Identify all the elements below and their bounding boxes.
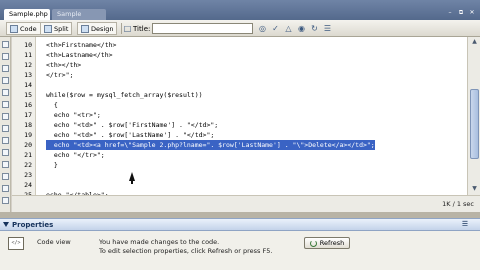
preview-icon[interactable]: ◉ — [297, 24, 306, 33]
apply-comment-icon[interactable] — [2, 149, 9, 156]
split-view-icon — [44, 24, 52, 33]
remove-comment-icon[interactable] — [2, 161, 9, 168]
code-editor[interactable]: <th>Firstname</th> <th>Lastname</th> <th… — [36, 37, 467, 199]
title-label: Title: — [133, 25, 151, 33]
code-line[interactable]: echo "</tr>"; — [46, 150, 105, 160]
check-page-icon[interactable]: ✓ — [271, 24, 280, 33]
design-view-button[interactable]: Design — [77, 22, 118, 35]
indent-code-icon[interactable] — [2, 197, 9, 204]
code-line[interactable]: echo "<td>" . $row['LastName'] . "</td>"… — [46, 130, 214, 140]
line-number: 19 — [24, 131, 32, 139]
changes-message: You have made changes to the code. — [99, 238, 220, 246]
scroll-down-icon[interactable]: ▼ — [470, 185, 479, 193]
code-line[interactable]: } — [46, 160, 58, 170]
document-size-status: 1K / 1 sec — [442, 200, 474, 208]
toolbar-divider — [121, 23, 122, 34]
globe-icon[interactable]: ◎ — [258, 24, 267, 33]
line-number: 11 — [24, 51, 32, 59]
window-controls: – ⧉ ✕ — [446, 9, 476, 17]
code-line[interactable]: while($row = mysql_fetch_array($result)) — [46, 90, 203, 100]
properties-title: Properties — [12, 221, 54, 229]
code-line[interactable]: { — [46, 100, 58, 110]
properties-panel-body: </> Code view You have made changes to t… — [0, 231, 480, 270]
line-number: 12 — [24, 61, 32, 69]
line-number: 16 — [24, 101, 32, 109]
code-line-selected[interactable]: echo "<td><a href=\"Sample 2.php?lname="… — [46, 140, 375, 150]
refresh-view-icon[interactable]: ↻ — [310, 24, 319, 33]
code-line[interactable]: </tr>"; — [46, 70, 73, 80]
refresh-button-label: Refresh — [319, 239, 345, 247]
line-number: 10 — [24, 41, 32, 49]
scrollbar-thumb[interactable] — [470, 89, 479, 159]
code-view-button[interactable]: Code — [6, 22, 41, 35]
document-tab-bar: Sample.php Sample 2.php – ⧉ ✕ — [0, 0, 480, 29]
document-toolbar: Code Split Design □ Title: ◎ ✓ △ ◉ ↻ ☰ — [0, 20, 480, 37]
word-wrap-icon[interactable] — [2, 137, 9, 144]
scroll-up-icon[interactable]: ▲ — [470, 38, 479, 46]
highlight-invalid-code-icon[interactable] — [2, 125, 9, 132]
minimize-icon[interactable]: – — [446, 9, 454, 17]
line-number: 17 — [24, 111, 32, 119]
line-number: 20 — [24, 141, 32, 149]
select-parent-tag-icon[interactable] — [2, 89, 9, 96]
line-number: 24 — [24, 181, 32, 189]
line-numbers-icon[interactable] — [2, 113, 9, 120]
restore-icon[interactable]: ⧉ — [457, 9, 465, 17]
collapse-arrow-icon[interactable] — [3, 222, 9, 227]
collapse-tag-icon[interactable] — [2, 53, 9, 60]
validate-icon[interactable]: △ — [284, 24, 293, 33]
properties-panel-header[interactable]: Properties ☰ — [0, 218, 480, 231]
status-bar: 1K / 1 sec — [12, 195, 480, 212]
expand-all-icon[interactable] — [2, 77, 9, 84]
mouse-pointer-stem — [131, 180, 133, 184]
code-view-panel-icon: </> — [8, 237, 24, 250]
code-line[interactable]: <th></th> — [46, 60, 81, 70]
balance-braces-icon[interactable] — [2, 101, 9, 108]
refresh-button[interactable]: Refresh — [304, 237, 350, 249]
refresh-icon — [309, 239, 317, 247]
tab-sample-2-php[interactable]: Sample 2.php — [52, 9, 106, 29]
line-number: 22 — [24, 161, 32, 169]
line-number: 21 — [24, 151, 32, 159]
panel-options-icon[interactable]: ☰ — [461, 220, 469, 228]
view-options-icon[interactable]: ☰ — [323, 24, 332, 33]
vertical-scrollbar[interactable]: ▲ ▼ — [467, 37, 480, 195]
code-line[interactable]: <th>Firstname</th> — [46, 40, 116, 50]
code-line[interactable]: echo "<tr>"; — [46, 110, 101, 120]
open-documents-icon[interactable] — [2, 41, 9, 48]
recent-snippets-icon[interactable] — [2, 185, 9, 192]
code-view-button-label: Code — [20, 24, 37, 33]
line-number: 13 — [24, 71, 32, 79]
line-number: 18 — [24, 121, 32, 129]
title-input[interactable] — [152, 23, 253, 34]
split-view-button[interactable]: Split — [40, 22, 73, 35]
close-icon[interactable]: ✕ — [468, 9, 476, 17]
line-number: 15 — [24, 91, 32, 99]
code-line[interactable]: echo "<td>" . $row['FirstName'] . "</td>… — [46, 120, 218, 130]
code-line[interactable]: <th>Lastname</th> — [46, 50, 113, 60]
code-view-icon — [10, 24, 18, 33]
design-view-icon — [81, 24, 89, 33]
line-number-gutter: 10 11 12 13 14 15 16 17 18 19 20 21 22 2… — [12, 37, 36, 199]
code-view-label: Code view — [37, 238, 71, 246]
line-number: 23 — [24, 171, 32, 179]
design-view-button-label: Design — [91, 24, 114, 33]
wrap-tag-icon[interactable] — [2, 173, 9, 180]
coding-toolbar — [0, 37, 11, 212]
tab-sample-php[interactable]: Sample.php — [4, 9, 50, 20]
refresh-instructions: To edit selection properties, click Refr… — [99, 247, 273, 255]
split-view-button-label: Split — [54, 24, 69, 33]
collapse-selection-icon[interactable] — [2, 65, 9, 72]
document-title-icon: □ — [123, 24, 132, 33]
line-number: 14 — [24, 81, 32, 89]
